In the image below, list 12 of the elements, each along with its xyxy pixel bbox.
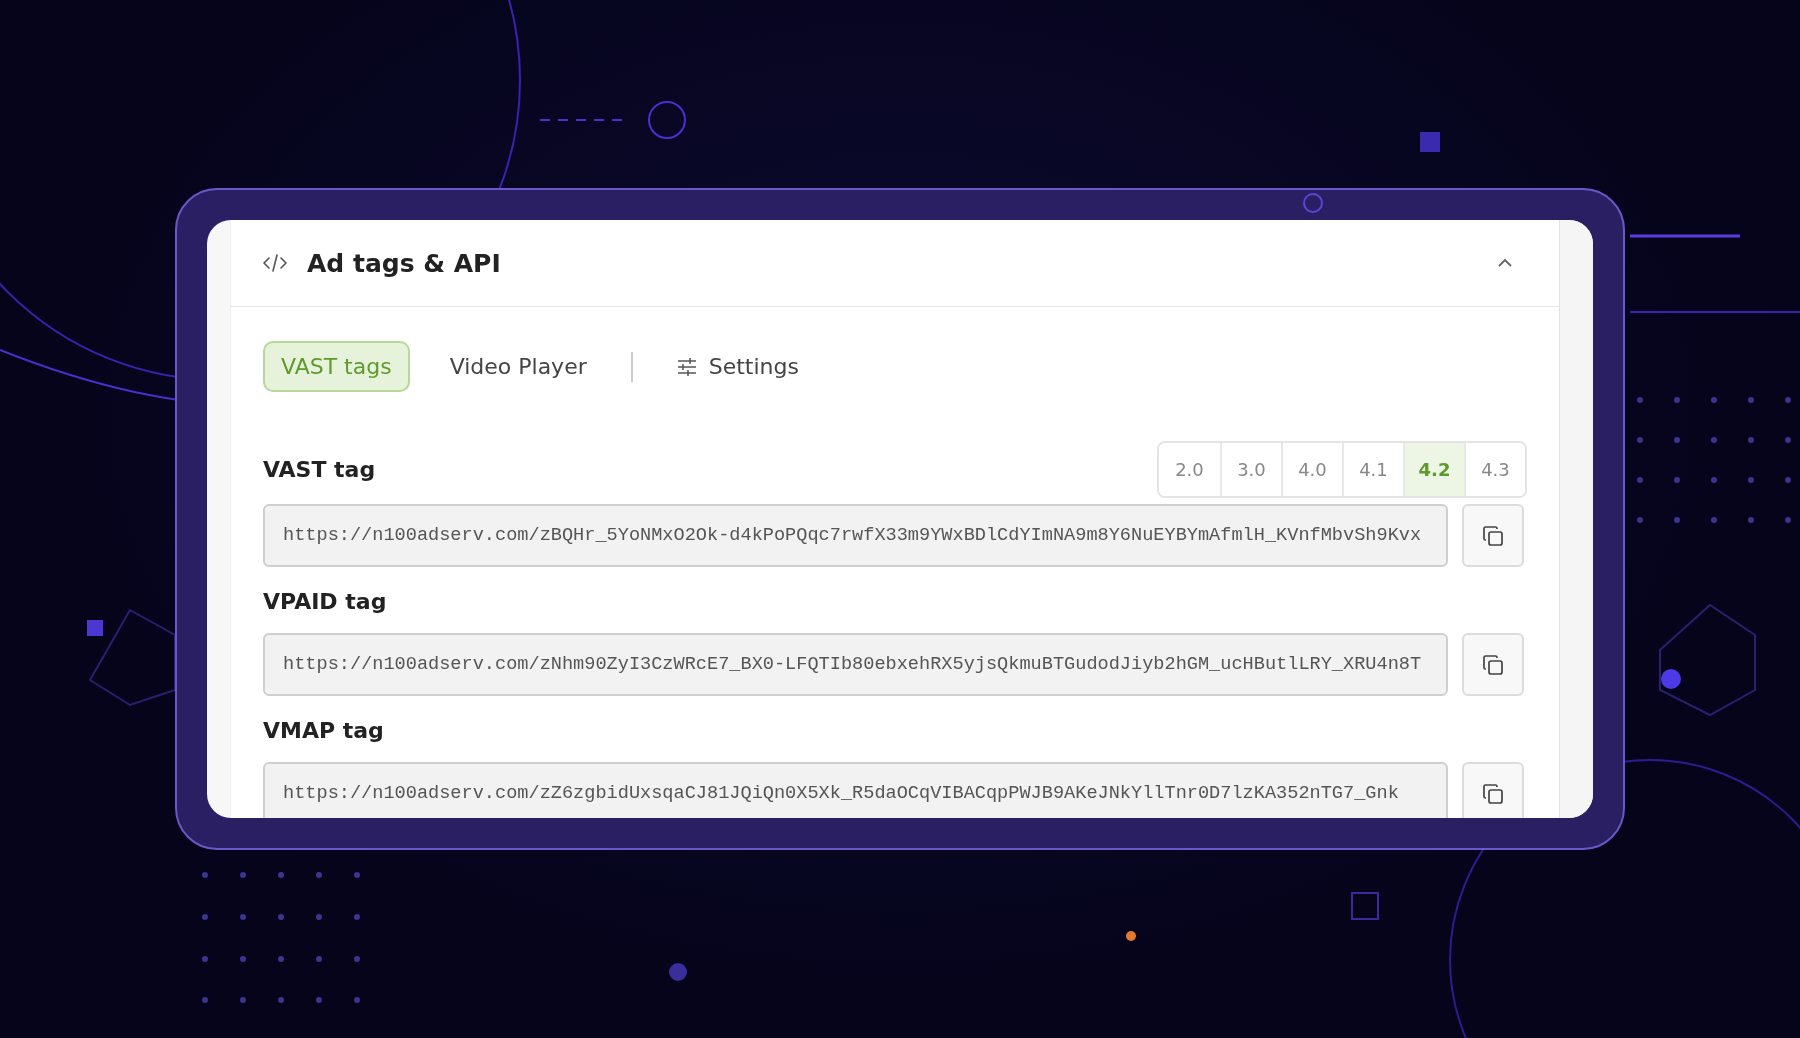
section-title: Ad tags & API — [307, 248, 501, 278]
field-label: VAST tag — [263, 456, 376, 482]
url-field[interactable]: https://n100adserv.com/zBQHr_5YoNMxO2Ok-d4kPoPQqc7rwfX33m9YWxBDlCdYImNA9m8Y6NuEYBYmAfmlH_KVnfMbvSh9Kvx — [263, 504, 1448, 567]
field-label: VMAP tag — [263, 717, 384, 743]
settings-tab[interactable]: Settings — [658, 341, 817, 392]
tab[interactable]: Video Player — [431, 341, 605, 392]
version-option[interactable]: 4.2 — [1403, 442, 1464, 496]
version-option[interactable]: 4.3 — [1464, 442, 1525, 496]
field-label: VPAID tag — [263, 588, 387, 614]
url-field[interactable]: https://n100adserv.com/zNhm90ZyI3CzWRcE7_BX0-LFQTIb80ebxehRX5yjsQkmuBTGudodJiyb2hGM_ucHButlLRY_XRU4n8T — [263, 633, 1448, 696]
tab[interactable]: VAST tags — [263, 341, 410, 392]
url-field[interactable]: https://n100adserv.com/zZ6zgbidUxsqaCJ81JQiQn0X5Xk_R5daOCqVIBACqpPWJB9AKeJNkYllTnr0D7lzKA352nTG7_Gnk — [263, 762, 1448, 818]
